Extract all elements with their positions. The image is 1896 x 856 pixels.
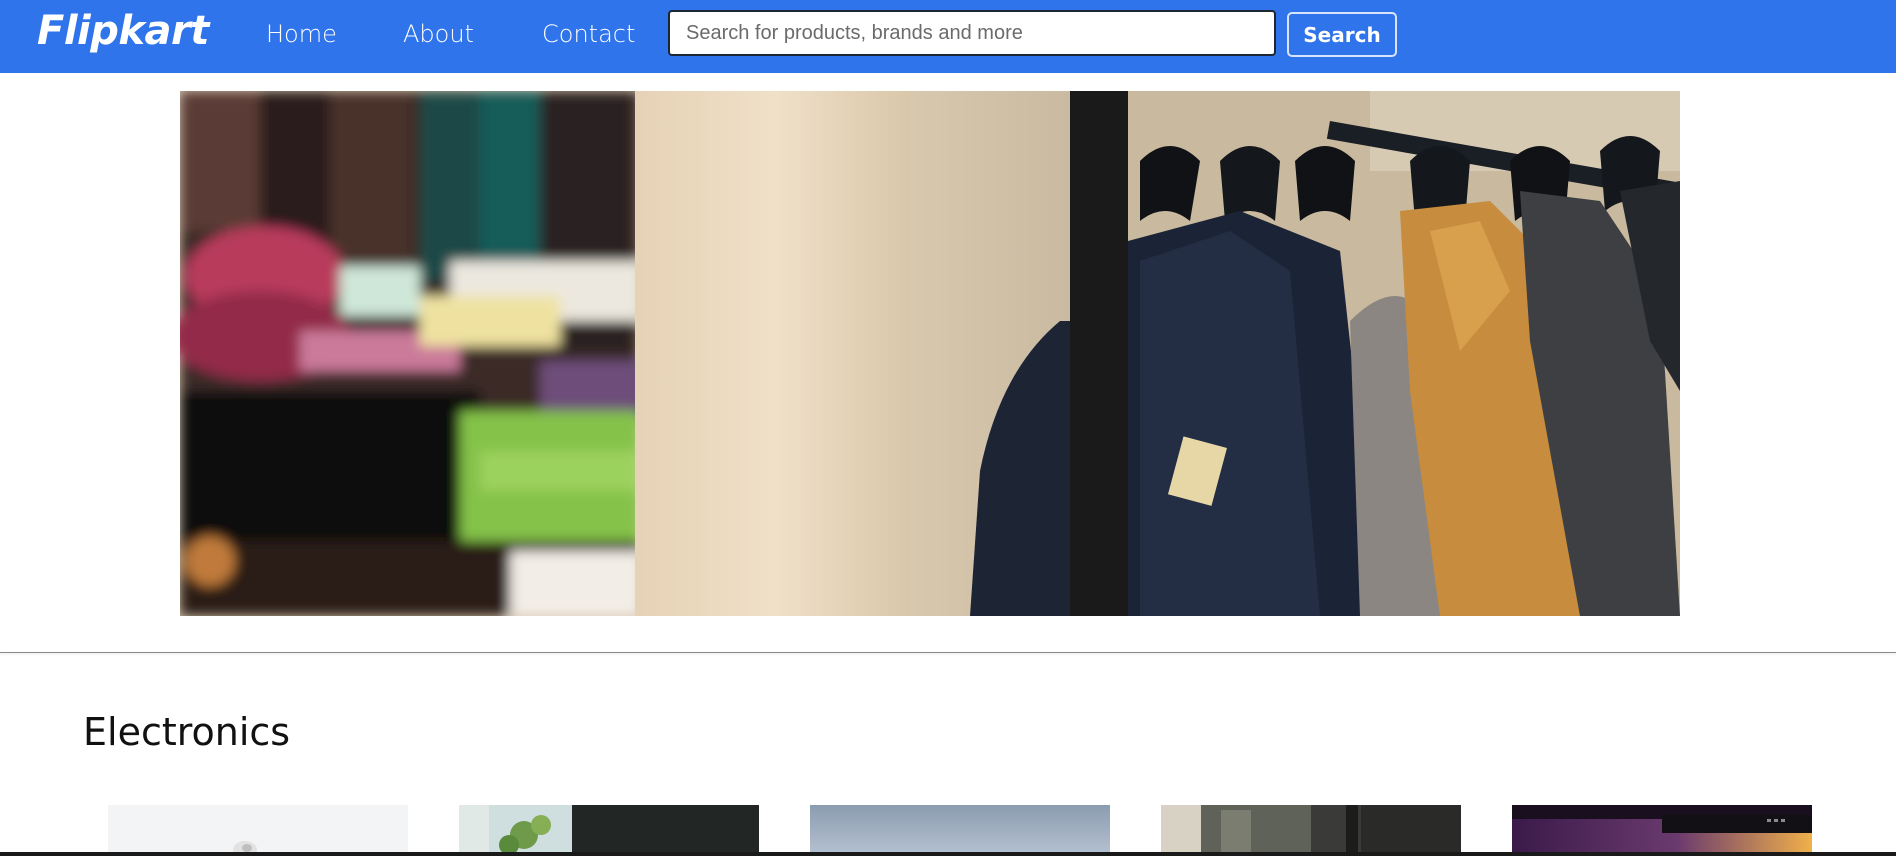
product-image-earbuds [108,805,408,856]
product-image-sky [810,805,1110,856]
product-image-laptop-glow [1512,805,1812,856]
nav-link-home[interactable]: Home [266,20,337,48]
flipkart-logo[interactable]: Flipkart [37,8,209,54]
viewport-bottom-edge [0,852,1896,856]
product-card-4[interactable] [1161,805,1461,856]
product-image-window [1161,805,1461,856]
product-image-plant-desk [459,805,759,856]
product-card-1[interactable] [108,805,408,856]
section-divider [0,652,1896,653]
top-navbar: Flipkart Home About Contact Search [0,0,1896,73]
nav-link-about[interactable]: About [403,20,474,48]
hero-banner-image [180,91,1680,616]
search-button[interactable]: Search [1287,12,1397,57]
product-card-5[interactable] [1512,805,1812,856]
search-input[interactable] [668,10,1276,56]
product-card-2[interactable] [459,805,759,856]
section-title-electronics: Electronics [83,710,291,754]
nav-link-contact[interactable]: Contact [542,20,635,48]
product-card-3[interactable] [810,805,1110,856]
